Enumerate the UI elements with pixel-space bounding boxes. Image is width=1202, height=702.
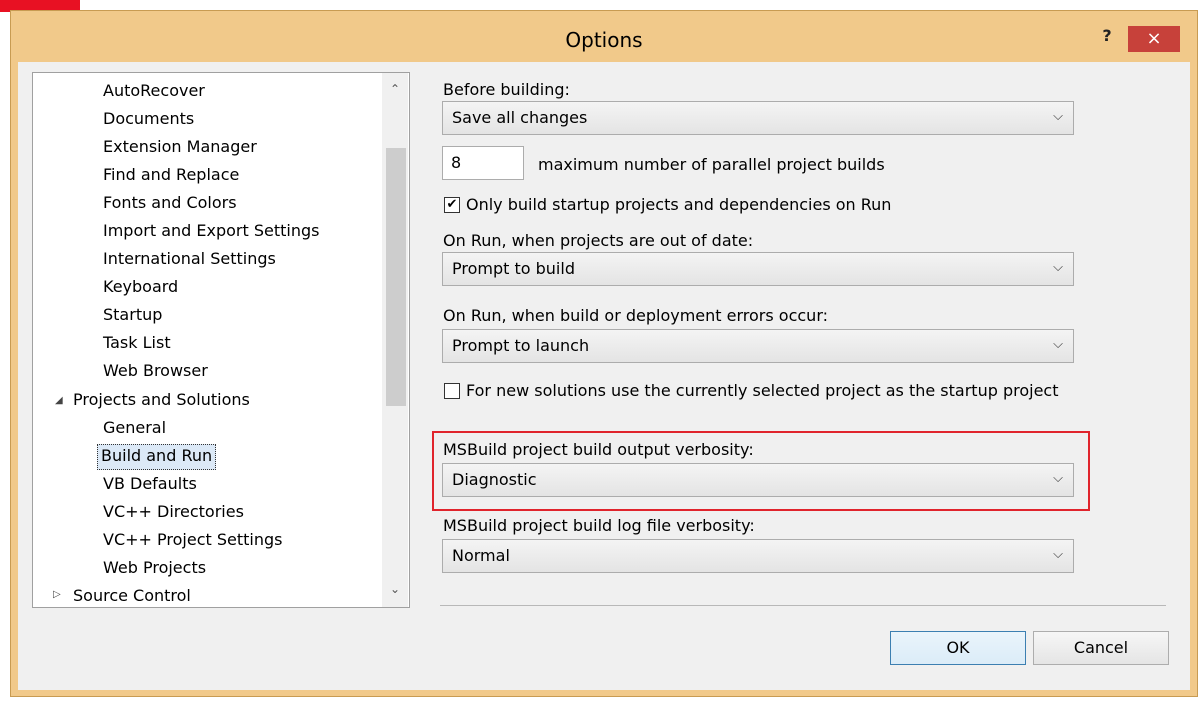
scroll-up-icon[interactable]: ⌃ [382,82,408,96]
new-solutions-label: For new solutions use the currently sele… [466,381,1059,400]
build-errors-label: On Run, when build or deployment errors … [443,306,829,325]
tree-item-vb-defaults[interactable]: VB Defaults [103,473,197,497]
tree-item-documents[interactable]: Documents [103,108,194,132]
chevron-down-icon: ⌵ [1053,471,1063,486]
chevron-down-icon: ⌵ [1053,337,1063,352]
parallel-builds-label: maximum number of parallel project build… [538,155,885,174]
tree-item-general[interactable]: General [103,417,166,441]
tree-item-vc-directories[interactable]: VC++ Directories [103,501,244,525]
output-verbosity-label: MSBuild project build output verbosity: [443,440,754,459]
parallel-builds-input[interactable]: 8 [442,146,524,180]
cancel-button[interactable]: Cancel [1033,631,1169,665]
close-button[interactable]: × [1128,26,1180,52]
out-of-date-label: On Run, when projects are out of date: [443,231,754,250]
chevron-down-icon: ⌵ [1053,547,1063,562]
tree-item-autorecover[interactable]: AutoRecover [103,80,205,104]
scrollbar-thumb[interactable] [386,148,406,406]
title-bar[interactable]: Options ? × [10,10,1198,60]
tree-item-extension-manager[interactable]: Extension Manager [103,136,257,160]
new-solutions-checkbox[interactable] [444,383,460,399]
tree-item-task-list[interactable]: Task List [103,332,171,356]
log-verbosity-value: Normal [452,546,510,565]
tree-item-keyboard[interactable]: Keyboard [103,276,178,300]
tree-item-find-replace[interactable]: Find and Replace [103,164,239,188]
out-of-date-dropdown[interactable]: Prompt to build ⌵ [442,252,1074,286]
only-build-startup-checkbox[interactable]: ✔ [444,197,460,213]
log-verbosity-label: MSBuild project build log file verbosity… [443,516,755,535]
ok-button[interactable]: OK [890,631,1026,665]
tree-item-international[interactable]: International Settings [103,248,276,272]
output-verbosity-dropdown[interactable]: Diagnostic ⌵ [442,463,1074,497]
build-errors-value: Prompt to launch [452,336,590,355]
before-building-value: Save all changes [452,108,588,127]
only-build-startup-label: Only build startup projects and dependen… [466,195,892,214]
window-title: Options [565,28,643,52]
build-errors-dropdown[interactable]: Prompt to launch ⌵ [442,329,1074,363]
tree-item-vc-project-settings[interactable]: VC++ Project Settings [103,529,282,553]
scroll-down-icon[interactable]: ⌄ [382,582,408,596]
before-building-label: Before building: [443,80,570,99]
tree-item-web-browser[interactable]: Web Browser [103,360,208,384]
out-of-date-value: Prompt to build [452,259,575,278]
chevron-down-icon: ⌵ [1053,260,1063,275]
options-tree[interactable]: AutoRecover Documents Extension Manager … [32,72,410,608]
tree-item-import-export[interactable]: Import and Export Settings [103,220,319,244]
tree-item-projects-solutions[interactable]: Projects and Solutions [73,389,250,413]
output-verbosity-value: Diagnostic [452,470,537,489]
help-button[interactable]: ? [1093,26,1121,50]
parallel-builds-value: 8 [451,153,462,172]
chevron-down-icon: ⌵ [1053,109,1063,124]
expanded-arrow-icon[interactable]: ◢ [55,395,63,406]
tree-item-fonts-colors[interactable]: Fonts and Colors [103,192,237,216]
tree-item-build-and-run[interactable]: Build and Run [97,444,217,470]
log-verbosity-dropdown[interactable]: Normal ⌵ [442,539,1074,573]
collapsed-arrow-icon[interactable]: ▷ [53,589,61,600]
before-building-dropdown[interactable]: Save all changes ⌵ [442,101,1074,135]
separator [440,605,1166,606]
tree-item-web-projects[interactable]: Web Projects [103,557,206,581]
tree-item-source-control[interactable]: Source Control [73,585,191,607]
tree-item-startup[interactable]: Startup [103,304,162,328]
